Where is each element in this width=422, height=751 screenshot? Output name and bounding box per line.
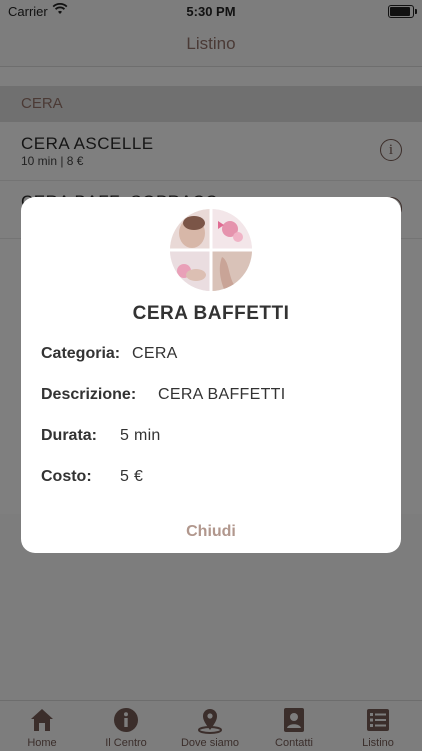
service-meta: 10 min | 8 €	[21, 154, 84, 168]
tab-label: Il Centro	[105, 737, 147, 749]
field-label: Descrizione:	[41, 386, 137, 403]
field-value: 5 min	[120, 427, 161, 444]
section-title: CERA	[21, 95, 63, 112]
field-value: 5 €	[120, 468, 144, 485]
tab-label: Contatti	[275, 737, 313, 749]
tab-label: Listino	[362, 737, 394, 749]
info-icon	[114, 708, 138, 732]
service-image	[170, 209, 252, 291]
tab-il-centro[interactable]: Il Centro	[84, 701, 168, 751]
tab-home[interactable]: Home	[0, 701, 84, 751]
field-label: Costo:	[41, 468, 92, 485]
clock: 5:30 PM	[186, 4, 236, 19]
info-icon[interactable]: i	[380, 139, 402, 161]
tab-label: Home	[27, 737, 57, 749]
field-label: Categoria:	[41, 345, 121, 362]
status-bar: Carrier 5:30 PM	[0, 0, 422, 22]
battery-icon	[388, 5, 417, 18]
field-label: Durata:	[41, 427, 98, 444]
navigation-bar: Listino	[0, 22, 422, 67]
tab-label: Dove siamo	[180, 737, 240, 749]
contact-icon	[284, 708, 304, 732]
map-pin-icon	[198, 709, 222, 734]
section-header: CERA	[0, 86, 422, 122]
close-button[interactable]: Chiudi	[21, 523, 401, 541]
list-icon	[367, 709, 389, 731]
tab-listino[interactable]: Listino	[336, 701, 420, 751]
service-name: CERA ASCELLE	[21, 134, 154, 153]
field-value: CERA BAFFETTI	[158, 386, 286, 403]
field-value: CERA	[132, 345, 178, 362]
home-icon	[31, 709, 53, 731]
tab-dove-siamo[interactable]: Dove siamo	[168, 701, 252, 751]
tab-bar: Home Il Centro Dove siamo Contatti Listi…	[0, 700, 422, 751]
dialog-title: CERA BAFFETTI	[132, 303, 290, 324]
tab-contatti[interactable]: Contatti	[252, 701, 336, 751]
service-detail-dialog: CERA BAFFETTI Categoria: CERA Descrizion…	[21, 197, 401, 553]
page-title: Listino	[186, 34, 236, 53]
list-item[interactable]: CERA ASCELLE 10 min | 8 € i	[0, 122, 422, 181]
